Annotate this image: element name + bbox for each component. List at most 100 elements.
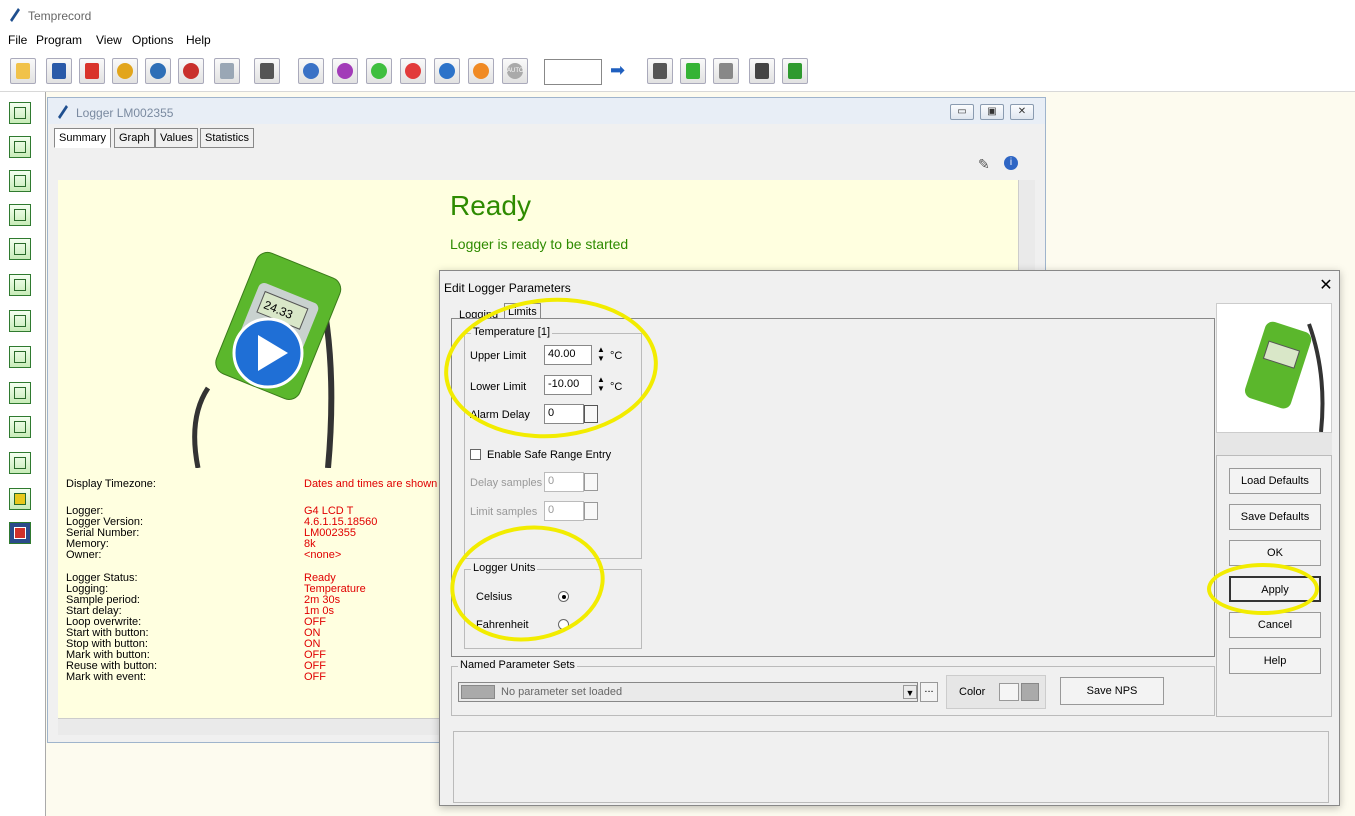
list-button[interactable] bbox=[332, 58, 358, 84]
safe-range-label: Enable Safe Range Entry bbox=[487, 449, 612, 461]
zoom-icon bbox=[14, 421, 26, 433]
sidebar-button-13[interactable] bbox=[9, 522, 31, 544]
delay-samples-field[interactable]: 0 bbox=[544, 472, 584, 492]
delay-samples-spinner[interactable] bbox=[584, 473, 598, 491]
toolbar-input[interactable] bbox=[544, 59, 602, 85]
save-defaults-button[interactable]: Save Defaults bbox=[1229, 504, 1321, 530]
sidebar-button-11[interactable] bbox=[9, 452, 31, 474]
globe-button[interactable] bbox=[145, 58, 171, 84]
row-label: Mark with event: bbox=[66, 671, 147, 683]
row-value: OFF bbox=[304, 671, 326, 683]
tab-values[interactable]: Values bbox=[155, 128, 198, 148]
go-button[interactable]: ➡ bbox=[604, 58, 630, 84]
sidebar-button-10[interactable] bbox=[9, 416, 31, 438]
minimize-button[interactable]: ▭ bbox=[950, 104, 974, 120]
pdf-button[interactable] bbox=[79, 58, 105, 84]
calc-button[interactable] bbox=[647, 58, 673, 84]
help-icon bbox=[303, 63, 319, 79]
color-picker-button[interactable] bbox=[999, 683, 1019, 701]
close-button[interactable]: ✕ bbox=[1010, 104, 1034, 120]
nps-select[interactable]: No parameter set loaded ▼ bbox=[458, 682, 918, 702]
status-subtitle: Logger is ready to be started bbox=[450, 236, 629, 252]
info-icon[interactable]: i bbox=[1004, 156, 1018, 170]
pdf-icon bbox=[85, 63, 99, 79]
menu-file[interactable]: File bbox=[8, 33, 27, 47]
zoom-icon bbox=[14, 457, 26, 469]
menu-bar: File Program View Options Help bbox=[0, 30, 1355, 50]
logger-window-title: Logger LM002355 bbox=[76, 106, 174, 120]
edit-icon[interactable]: ✎ bbox=[978, 156, 990, 173]
sidebar-button-7[interactable] bbox=[9, 310, 31, 332]
nps-browse-button[interactable]: ... bbox=[920, 682, 938, 702]
cancel-button[interactable]: Cancel bbox=[1229, 612, 1321, 638]
flag-button[interactable] bbox=[680, 58, 706, 84]
sidebar bbox=[0, 92, 46, 816]
tab-graph[interactable]: Graph bbox=[114, 128, 155, 148]
clipboard-button[interactable] bbox=[749, 58, 775, 84]
menu-program[interactable]: Program bbox=[36, 33, 82, 47]
safe-range-checkbox[interactable] bbox=[470, 449, 481, 460]
flag-icon bbox=[686, 63, 700, 79]
export-button[interactable] bbox=[112, 58, 138, 84]
open-icon bbox=[16, 63, 30, 79]
sidebar-button-12[interactable] bbox=[9, 488, 31, 510]
dialog-close-icon[interactable]: ✕ bbox=[1316, 276, 1336, 296]
save-nps-button[interactable]: Save NPS bbox=[1060, 677, 1164, 705]
tab-summary[interactable]: Summary bbox=[54, 128, 112, 148]
stop-button[interactable] bbox=[400, 58, 426, 84]
sidebar-button-4[interactable] bbox=[9, 204, 31, 226]
stop-icon bbox=[405, 63, 421, 79]
sync-button[interactable] bbox=[178, 58, 204, 84]
nps-color-swatch bbox=[461, 685, 495, 699]
sidebar-button-2[interactable] bbox=[9, 136, 31, 158]
named-parameter-sets-group: Named Parameter Sets No parameter set lo… bbox=[451, 659, 1215, 716]
load-defaults-button[interactable]: Load Defaults bbox=[1229, 468, 1321, 494]
sidebar-button-6[interactable] bbox=[9, 274, 31, 296]
email-button[interactable] bbox=[214, 58, 240, 84]
menu-view[interactable]: View bbox=[96, 33, 122, 47]
sidebar-button-9[interactable] bbox=[9, 382, 31, 404]
chart-icon bbox=[14, 243, 26, 255]
help-button[interactable]: Help bbox=[1229, 648, 1321, 674]
edit-icon bbox=[14, 493, 26, 505]
zoom-icon bbox=[14, 387, 26, 399]
nps-select-value: No parameter set loaded bbox=[501, 686, 623, 698]
start-button[interactable] bbox=[366, 58, 392, 84]
maximize-icon: ▣ bbox=[987, 106, 997, 117]
sidebar-button-3[interactable] bbox=[9, 170, 31, 192]
go-arrow-icon: ➡ bbox=[610, 60, 626, 80]
chart-icon bbox=[14, 141, 26, 153]
limit-samples-field[interactable]: 0 bbox=[544, 501, 584, 521]
first-aid-icon bbox=[14, 527, 26, 539]
sidebar-button-8[interactable] bbox=[9, 346, 31, 368]
zoom-icon bbox=[14, 351, 26, 363]
app-logo-icon bbox=[58, 105, 68, 119]
email-icon bbox=[220, 63, 234, 79]
save-button[interactable] bbox=[46, 58, 72, 84]
menu-options[interactable]: Options bbox=[132, 33, 173, 47]
chequered-flag-button[interactable] bbox=[713, 58, 739, 84]
tab-statistics[interactable]: Statistics bbox=[200, 128, 255, 148]
download-button[interactable] bbox=[434, 58, 460, 84]
menu-help[interactable]: Help bbox=[186, 33, 211, 47]
minimize-icon: ▭ bbox=[957, 106, 967, 117]
close-icon: ✕ bbox=[1017, 106, 1027, 117]
maximize-button[interactable]: ▣ bbox=[980, 104, 1004, 120]
limit-samples-spinner[interactable] bbox=[584, 502, 598, 520]
chevron-down-icon[interactable]: ▼ bbox=[903, 685, 917, 699]
print-button[interactable] bbox=[254, 58, 280, 84]
auto-icon: AUTO bbox=[507, 63, 524, 79]
help-button[interactable] bbox=[298, 58, 324, 84]
report-button[interactable] bbox=[782, 58, 808, 84]
settings-button[interactable] bbox=[468, 58, 494, 84]
ok-button[interactable]: OK bbox=[1229, 540, 1321, 566]
status-heading: Ready bbox=[450, 190, 531, 221]
limit-samples-label: Limit samples bbox=[470, 506, 538, 518]
sidebar-button-5[interactable] bbox=[9, 238, 31, 260]
download-icon bbox=[439, 63, 455, 79]
highlight-mark bbox=[1207, 563, 1319, 615]
auto-button[interactable]: AUTO bbox=[502, 58, 528, 84]
sidebar-button-1[interactable] bbox=[9, 102, 31, 124]
start-icon bbox=[371, 63, 387, 79]
open-button[interactable] bbox=[10, 58, 36, 84]
